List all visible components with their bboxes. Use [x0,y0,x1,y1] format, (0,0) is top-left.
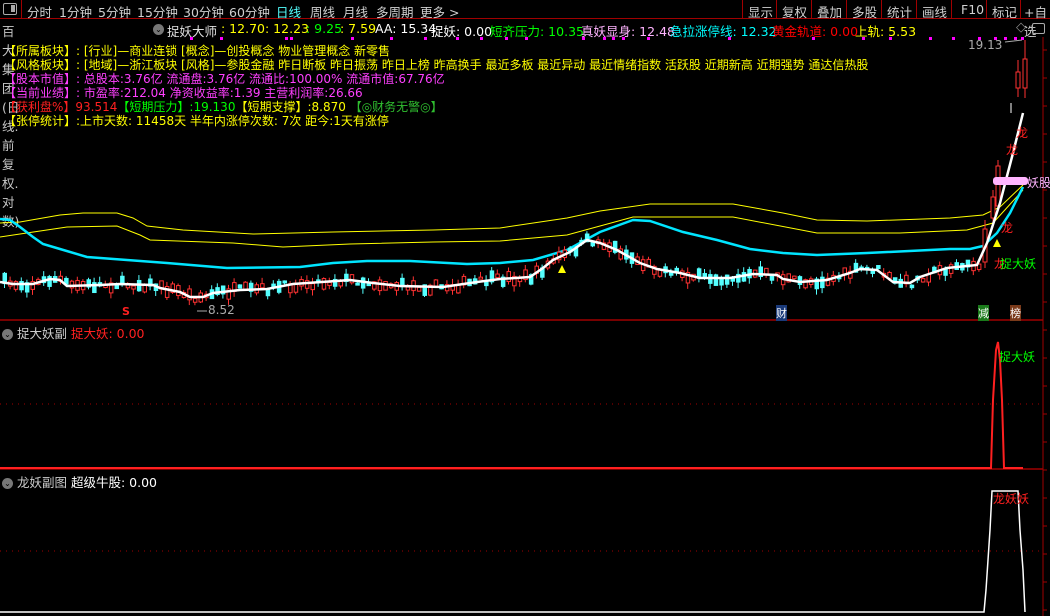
signal-dot [612,37,615,40]
cyan-ma-line [0,186,1025,270]
pane1-value: 捉大妖: 0.00 [70,326,145,341]
pane1-header: ⌄ 捉大妖副 捉大妖: 0.00 [2,323,145,342]
signal-dot [220,37,223,40]
pane2-header: ⌄ 龙妖副图 超级牛股: 0.00 [2,472,157,491]
signal-dot [505,37,508,40]
signal-dot [190,37,193,40]
candle [260,283,265,289]
s-marker: S [122,305,130,318]
limit-up-stats-line: 【张停统计】:上市天数: 11458天 半年内涨停次数: 7次 距今:1天有涨停 [4,114,389,128]
lower-band-line [0,189,1024,248]
candle [909,284,915,289]
signal-dot [889,37,892,40]
candle [1022,58,1028,89]
candle [948,264,954,274]
signal-dot [1014,37,1017,40]
candle [338,281,343,287]
candle [120,275,125,285]
style-line: 【风格板块】: [地域]—浙江板块 [风格]—参股金融 昨日断板 昨日振荡 昨日… [4,58,869,72]
candle [876,265,881,270]
chevron-down-icon[interactable]: ⌄ [2,478,13,489]
candle [321,278,327,290]
candle [327,281,332,286]
signal-dot [456,37,459,40]
signal-dot [390,37,393,40]
signal-dot [952,37,955,40]
signal-dot [812,37,815,40]
pane2-signal-line [0,490,1026,613]
buy-triangle-icon [993,239,1001,247]
pane1-signal-line [0,341,1023,469]
signal-dot [1021,37,1024,40]
candle [355,282,360,286]
signal-dot [480,37,483,40]
reduce-marker[interactable]: 减 [978,305,989,321]
candle [416,286,422,292]
candle [870,270,875,274]
candle [237,284,243,289]
candle [405,286,411,291]
candle [282,280,287,284]
profit-line: 【获利盘%】93.514【短期压力】:19.130【短期支撑】:8.870 【◎… [4,100,443,114]
pane2-name[interactable]: 龙妖副图 [17,475,67,490]
upper-band-line [0,184,1024,235]
pane2-signal-label: 龙妖妖 [993,492,1030,506]
candle [713,274,719,286]
dragon-label: 龙 [1016,126,1029,140]
finance-marker[interactable]: 财 [776,305,787,321]
signal-dot [424,37,427,40]
list-marker[interactable]: 榜 [1010,305,1021,321]
low-price-label: 8.52 [208,303,235,317]
high-arrow [1004,39,1023,43]
signal-dot [647,37,650,40]
signal-dot [929,37,932,40]
signal-dot [290,37,293,40]
candle [820,276,825,289]
candle [792,275,797,280]
yao-highlight-bar [993,177,1028,185]
candle [433,279,439,287]
candle [377,279,383,292]
signal-dot [285,37,288,40]
signal-dot [1004,37,1007,40]
candle [478,276,483,280]
candle [990,196,996,219]
candle [383,281,388,291]
signal-dot [728,37,731,40]
sector-line: 【所属板块】: [行业]—商业连锁 [概念]—创投概念 物业管理概念 新零售 [4,44,391,58]
candle [920,278,926,283]
signal-dot [622,37,625,40]
signal-dot [525,37,528,40]
yao-stock-label: 妖股 [1027,176,1050,190]
buy-triangle-icon [558,265,566,273]
pane1-signal-label: 捉大妖 [999,350,1036,364]
pane1-name[interactable]: 捉大妖副 [17,326,67,341]
signal-dot [603,37,606,40]
dragon-label: 龙 [1006,143,1019,157]
candle [310,283,315,291]
catch-big-yao-label: 捉大妖 [1000,257,1037,271]
dragon-label: 龙 [1001,221,1014,235]
performance-line: 【当前业绩】: 市盈率:212.04 净资收益率:1.39 主营利润率:26.6… [4,86,363,100]
high-price-label: 19.13 [968,38,1003,52]
white-ma-line [0,112,1025,299]
candle [506,271,511,283]
market-cap-line: 【股本市值】: 总股本:3.76亿 流通盘:3.76亿 流通比:100.00% … [4,72,445,86]
candle [495,273,500,279]
signal-dot [582,37,585,40]
signal-dot [862,37,865,40]
candle [131,285,136,290]
chevron-down-icon[interactable]: ⌄ [2,329,13,340]
candle [1015,71,1021,89]
candle [719,278,724,286]
candle [995,165,1001,207]
candle [192,297,198,303]
candle [724,274,730,285]
signal-dot [351,37,354,40]
pane2-value: 超级牛股: 0.00 [70,475,158,490]
